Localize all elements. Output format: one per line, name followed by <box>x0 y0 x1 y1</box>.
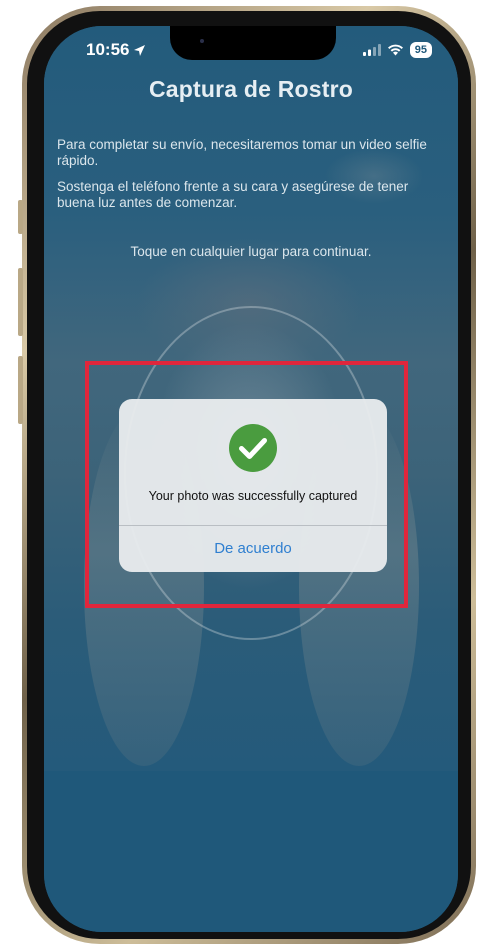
volume-down-button <box>18 356 23 424</box>
instructions-paragraph-1: Para completar su envío, necesitaremos t… <box>57 137 427 168</box>
status-time-group: 10:56 <box>86 40 146 60</box>
mute-switch <box>18 200 23 234</box>
front-camera-dot <box>200 39 204 43</box>
battery-indicator: 95 <box>409 42 432 58</box>
highlight-box <box>85 361 408 608</box>
volume-up-button <box>18 268 23 336</box>
status-time: 10:56 <box>86 40 130 59</box>
wifi-icon <box>387 44 403 56</box>
phone-screen[interactable]: 10:56 95 Captura de Rostro Para completa… <box>44 26 458 932</box>
bottom-panel <box>44 771 458 932</box>
notch <box>170 26 336 60</box>
page-title: Captura de Rostro <box>148 76 354 102</box>
status-icons: 95 <box>362 42 432 58</box>
tap-to-continue-hint: Toque en cualquier lugar para continuar. <box>130 244 372 259</box>
location-arrow-icon <box>134 44 146 56</box>
instructions-paragraph-2: Sostenga el teléfono frente a su cara y … <box>57 179 409 210</box>
phone-mockup: 10:56 95 Captura de Rostro Para completa… <box>0 0 480 948</box>
cellular-signal-icon <box>362 44 381 56</box>
